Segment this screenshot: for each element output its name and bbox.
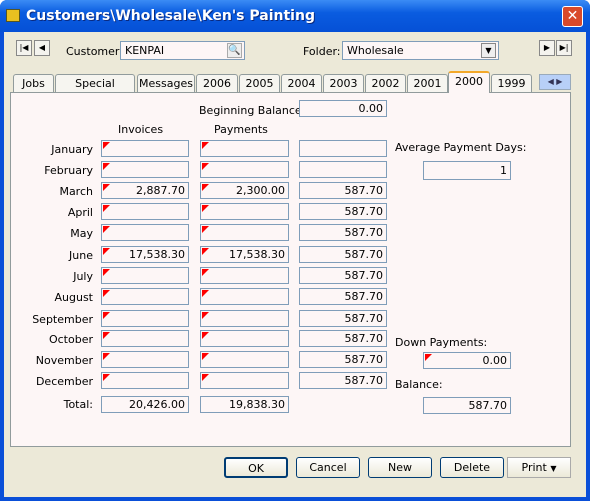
month-label: August <box>54 291 94 304</box>
month-label: July <box>73 270 93 283</box>
tab-1999[interactable]: 1999 <box>491 74 532 93</box>
payment-field[interactable] <box>200 310 289 327</box>
month-label: September <box>32 313 93 326</box>
next-record-button[interactable]: ▶ <box>539 40 555 56</box>
invoice-field[interactable] <box>101 288 189 305</box>
first-record-button[interactable]: |◀ <box>16 40 32 56</box>
folder-select[interactable]: Wholesale ▼ <box>342 41 499 60</box>
new-button[interactable]: New <box>368 457 432 478</box>
invoices-header: Invoices <box>118 123 164 136</box>
tab-messages[interactable]: Messages <box>137 74 195 93</box>
payment-field[interactable]: 17,538.30 <box>200 246 289 263</box>
print-label: Print <box>521 461 547 474</box>
payment-field[interactable]: 2,300.00 <box>200 182 289 199</box>
month-label: February <box>44 164 93 177</box>
payment-field[interactable] <box>200 203 289 220</box>
close-button[interactable]: ✕ <box>562 6 583 27</box>
total-label: Total: <box>63 398 93 411</box>
tab-2002[interactable]: 2002 <box>365 74 406 93</box>
total-invoices: 20,426.00 <box>101 396 189 413</box>
folder-value: Wholesale <box>347 44 404 57</box>
balance-cell <box>299 140 387 157</box>
cancel-button[interactable]: Cancel <box>296 457 360 478</box>
balance-cell: 587.70 <box>299 288 387 305</box>
balance-cell: 587.70 <box>299 267 387 284</box>
month-label: May <box>70 227 93 240</box>
beginning-balance-field[interactable]: 0.00 <box>299 100 387 117</box>
window-title: Customers\Wholesale\Ken's Painting <box>26 8 315 24</box>
month-label: October <box>48 333 93 346</box>
balance-cell <box>299 161 387 178</box>
ok-button[interactable]: OK <box>224 457 288 478</box>
payment-field[interactable] <box>200 161 289 178</box>
down-payments-label: Down Payments: <box>395 336 488 349</box>
tab-2005[interactable]: 2005 <box>239 74 280 93</box>
last-record-button[interactable]: ▶| <box>556 40 572 56</box>
balance-field: 587.70 <box>423 397 511 414</box>
tab-2003[interactable]: 2003 <box>323 74 364 93</box>
balance-cell: 587.70 <box>299 203 387 220</box>
payment-field[interactable] <box>200 351 289 368</box>
tab-scroll-arrows[interactable]: ◀ ▶ <box>539 74 571 90</box>
chevron-down-icon[interactable]: ▼ <box>481 43 496 58</box>
month-label: March <box>59 185 93 198</box>
down-payments-value: 0.00 <box>482 354 508 367</box>
month-label: April <box>67 206 93 219</box>
folder-label: Folder: <box>303 45 341 58</box>
prev-record-button[interactable]: ◀ <box>34 40 50 56</box>
invoice-field[interactable] <box>101 330 189 347</box>
invoice-field[interactable] <box>101 372 189 389</box>
customer-input[interactable]: KENPAI 🔍 <box>120 41 245 60</box>
balance-cell: 587.70 <box>299 182 387 199</box>
invoice-field[interactable] <box>101 267 189 284</box>
dropdown-arrow-icon: ▼ <box>550 464 557 473</box>
month-label: January <box>51 143 93 156</box>
invoice-field[interactable] <box>101 224 189 241</box>
invoice-field[interactable] <box>101 351 189 368</box>
tab-2004[interactable]: 2004 <box>281 74 322 93</box>
tab-jobs[interactable]: Jobs <box>13 74 54 93</box>
invoice-field[interactable] <box>101 140 189 157</box>
print-button[interactable]: Print ▼ <box>507 457 571 478</box>
title-bar: Customers\Wholesale\Ken's Painting ✕ <box>0 0 590 32</box>
tab-2001[interactable]: 2001 <box>407 74 448 93</box>
payment-field[interactable] <box>200 267 289 284</box>
month-label: November <box>35 354 93 367</box>
balance-cell: 587.70 <box>299 246 387 263</box>
delete-button[interactable]: Delete <box>440 457 504 478</box>
down-payments-field[interactable]: 0.00 <box>423 352 511 369</box>
tab-special-pricing[interactable]: Special Pricing <box>55 74 135 107</box>
balance-label: Balance: <box>395 378 443 391</box>
payment-field[interactable] <box>200 372 289 389</box>
customer-label: Customer: <box>66 45 123 58</box>
tab-2000[interactable]: 2000 <box>448 71 490 93</box>
payment-field[interactable] <box>200 140 289 157</box>
balance-cell: 587.70 <box>299 372 387 389</box>
month-label: June <box>69 249 93 262</box>
payments-header: Payments <box>214 123 268 136</box>
payment-field[interactable] <box>200 224 289 241</box>
payment-field[interactable] <box>200 288 289 305</box>
avg-payment-days-label: Average Payment Days: <box>395 141 527 154</box>
invoice-field[interactable] <box>101 161 189 178</box>
app-icon <box>6 9 20 22</box>
customer-value: KENPAI <box>125 44 165 57</box>
tab-2006[interactable]: 2006 <box>196 74 238 93</box>
balance-cell: 587.70 <box>299 224 387 241</box>
balance-cell: 587.70 <box>299 310 387 327</box>
invoice-field[interactable]: 2,887.70 <box>101 182 189 199</box>
invoice-field[interactable] <box>101 203 189 220</box>
avg-payment-days-field: 1 <box>423 161 511 180</box>
payment-field[interactable] <box>200 330 289 347</box>
invoice-field[interactable] <box>101 310 189 327</box>
balance-cell: 587.70 <box>299 330 387 347</box>
beginning-balance-label: Beginning Balance: <box>199 104 306 117</box>
invoice-field[interactable]: 17,538.30 <box>101 246 189 263</box>
total-payments: 19,838.30 <box>200 396 289 413</box>
search-icon[interactable]: 🔍 <box>227 43 242 58</box>
balance-cell: 587.70 <box>299 351 387 368</box>
month-label: December <box>35 375 93 388</box>
